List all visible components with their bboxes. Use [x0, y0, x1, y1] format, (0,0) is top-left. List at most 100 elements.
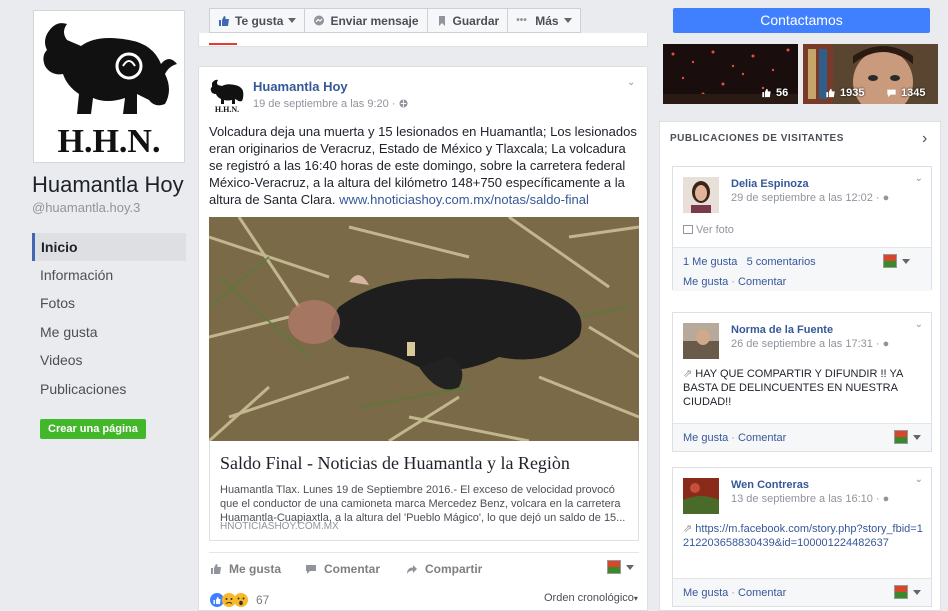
post-as-selector[interactable]: [894, 430, 921, 444]
reaction-icons: [210, 593, 248, 607]
post-options-chevron-icon[interactable]: ⌄: [627, 77, 635, 88]
post-card: H.H.N. Huamantla Hoy 19 de septiembre a …: [198, 66, 648, 611]
view-photo-link: Ver foto: [696, 224, 734, 236]
post-actions-bar: Me gusta Comentar Compartir: [209, 552, 639, 584]
post-timestamp[interactable]: 19 de septiembre a las 9:20 ·: [253, 98, 408, 110]
post-as-selector[interactable]: [894, 585, 921, 599]
thumbs-up-icon: [826, 88, 835, 98]
post-text: Volcadura deja una muerta y 15 lesionado…: [209, 123, 639, 208]
visitor-name[interactable]: Wen Contreras: [731, 479, 809, 491]
contact-button[interactable]: Contactamos: [673, 8, 930, 33]
chevron-right-icon[interactable]: ›: [922, 130, 927, 148]
visitor-post-time[interactable]: 13 de septiembre a las 16:10 · ●: [731, 493, 889, 505]
visitor-post-body: ⇗ HAY QUE COMPARTIR Y DIFUNDIR !! YA BAS…: [683, 367, 923, 409]
reactions-summary[interactable]: 67: [209, 592, 269, 608]
visitor-post-stats[interactable]: 1 Me gusta 5 comentarios: [683, 256, 816, 268]
chevron-down-icon[interactable]: ⌄: [915, 474, 923, 485]
thumbs-up-icon: [762, 88, 771, 98]
post-author-avatar[interactable]: H.H.N.: [209, 77, 245, 114]
visitor-post-actions: Me gusta · Comentar: [683, 432, 787, 444]
visitor-post-time[interactable]: 26 de septiembre a las 17:31 · ●: [731, 338, 889, 350]
like-post-label: Me gusta: [229, 562, 282, 576]
nav-item-informacion[interactable]: Información: [32, 261, 186, 289]
thumbnail-comment-count-text: 1345: [901, 87, 926, 99]
comment-post-label: Comentar: [324, 562, 381, 576]
thumbnail-like-count-text: 56: [776, 87, 789, 99]
visitor-avatar[interactable]: [683, 478, 719, 514]
visitor-like-link[interactable]: Me gusta: [683, 276, 728, 288]
post-link-image[interactable]: [209, 217, 639, 441]
visitor-post-text: HAY QUE COMPARTIR Y DIFUNDIR !! YA BASTA…: [683, 368, 903, 408]
page-avatar-mini: [883, 254, 897, 268]
more-button[interactable]: ••• Más: [507, 8, 581, 33]
visitor-like-link[interactable]: Me gusta: [683, 432, 728, 444]
landscape-avatar: [683, 478, 719, 514]
comment-post-button[interactable]: Comentar: [304, 562, 380, 576]
video-thumbnail-1[interactable]: 56: [663, 44, 798, 104]
thumbnail-like-count: 1935: [825, 87, 864, 99]
post-as-selector[interactable]: [607, 560, 634, 574]
visitor-name[interactable]: Norma de la Fuente: [731, 324, 833, 336]
share-post-button[interactable]: Compartir: [405, 562, 482, 576]
globe-icon: ●: [882, 192, 890, 204]
woman-avatar: [683, 177, 719, 213]
chevron-down-icon: [563, 18, 572, 23]
visitor-comment-link[interactable]: Comentar: [738, 587, 786, 599]
nav-item-fotos[interactable]: Fotos: [32, 289, 186, 317]
comment-icon: [306, 565, 316, 574]
visitor-post-time[interactable]: 29 de septiembre a las 12:02 · ●: [731, 192, 889, 204]
thumbnail-like-count: 56: [761, 87, 788, 99]
link-preview-description: Huamantla Tlax. Lunes 19 de Septiembre 2…: [220, 484, 626, 524]
page-name[interactable]: Huamantla Hoy: [32, 172, 184, 198]
post-time-text: 19 de septiembre a las 9:20 ·: [253, 98, 399, 110]
visitor-comment-link[interactable]: Comentar: [738, 276, 786, 288]
save-button[interactable]: Guardar: [426, 8, 509, 33]
thumbs-up-icon: [211, 564, 221, 574]
visitor-post-body[interactable]: ⇗ https://m.facebook.com/story.php?story…: [683, 522, 923, 550]
visitor-post-actions: Me gusta · Comentar: [683, 276, 787, 288]
chevron-down-icon[interactable]: ⌄: [915, 173, 923, 184]
visitor-posts-box: PUBLICACIONES DE VISITANTES › Delia Espi…: [659, 121, 941, 611]
share-icon: ⇗: [683, 523, 696, 535]
comment-icon: [887, 89, 896, 98]
visitor-post-footer: Me gusta · Comentar: [673, 578, 931, 606]
post-as-selector[interactable]: [883, 254, 910, 268]
page-action-toolbar: Te gusta Enviar mensaje Guardar ••• Más: [209, 8, 581, 33]
post-inline-link[interactable]: www.hnoticiashoy.com.mx/notas/saldo-fina…: [339, 192, 589, 207]
visitor-post-body[interactable]: Ver foto: [683, 223, 923, 237]
nav-item-videos[interactable]: Videos: [32, 346, 186, 374]
link-preview[interactable]: Saldo Final - Noticias de Huamantla y la…: [209, 441, 639, 541]
visitor-post-time-text: 26 de septiembre a las 17:31 ·: [731, 338, 883, 350]
visitor-post-link: https://m.facebook.com/story.php?story_f…: [683, 523, 923, 549]
thumbnail-comment-count: 1345: [886, 87, 925, 99]
nav-item-publicaciones[interactable]: Publicaciones: [32, 375, 186, 403]
page-profile-picture[interactable]: H.H.N.: [33, 10, 185, 163]
like-post-button[interactable]: Me gusta: [209, 562, 281, 576]
create-page-button[interactable]: Crear una página: [40, 419, 146, 439]
visitor-avatar[interactable]: [683, 323, 719, 359]
reactions-count: 67: [256, 593, 270, 607]
visitor-name[interactable]: Delia Espinoza: [731, 178, 809, 190]
link-preview-title: Saldo Final - Noticias de Huamantla y la…: [220, 453, 570, 473]
bull-logo-icon: H.H.N.: [43, 23, 178, 160]
comment-order-selector[interactable]: Orden cronológico▾: [544, 592, 638, 604]
visitor-comment-link[interactable]: Comentar: [738, 432, 786, 444]
visitor-avatar[interactable]: [683, 177, 719, 213]
page-avatar-mini: [894, 430, 908, 444]
visitor-like-link[interactable]: Me gusta: [683, 587, 728, 599]
like-page-button[interactable]: Te gusta: [209, 8, 306, 33]
video-thumbnail-2[interactable]: 1935 1345: [803, 44, 938, 104]
chevron-down-icon: [902, 258, 910, 264]
visitor-post-actions: Me gusta · Comentar: [683, 587, 787, 599]
thumbs-up-icon: [219, 15, 229, 26]
nav-item-inicio[interactable]: Inicio: [32, 233, 186, 261]
post-author-name[interactable]: Huamantla Hoy: [253, 79, 348, 94]
save-label: Guardar: [452, 13, 500, 28]
nav-item-me-gusta[interactable]: Me gusta: [32, 318, 186, 346]
messenger-icon: [314, 15, 325, 25]
visitor-posts-header[interactable]: PUBLICACIONES DE VISITANTES: [670, 133, 844, 144]
visitor-post-footer: 1 Me gusta 5 comentarios Me gusta · Come…: [673, 247, 931, 291]
send-message-button[interactable]: Enviar mensaje: [304, 8, 428, 33]
visitor-post-card: Wen Contreras 13 de septiembre a las 16:…: [672, 467, 932, 607]
chevron-down-icon[interactable]: ⌄: [915, 319, 923, 330]
